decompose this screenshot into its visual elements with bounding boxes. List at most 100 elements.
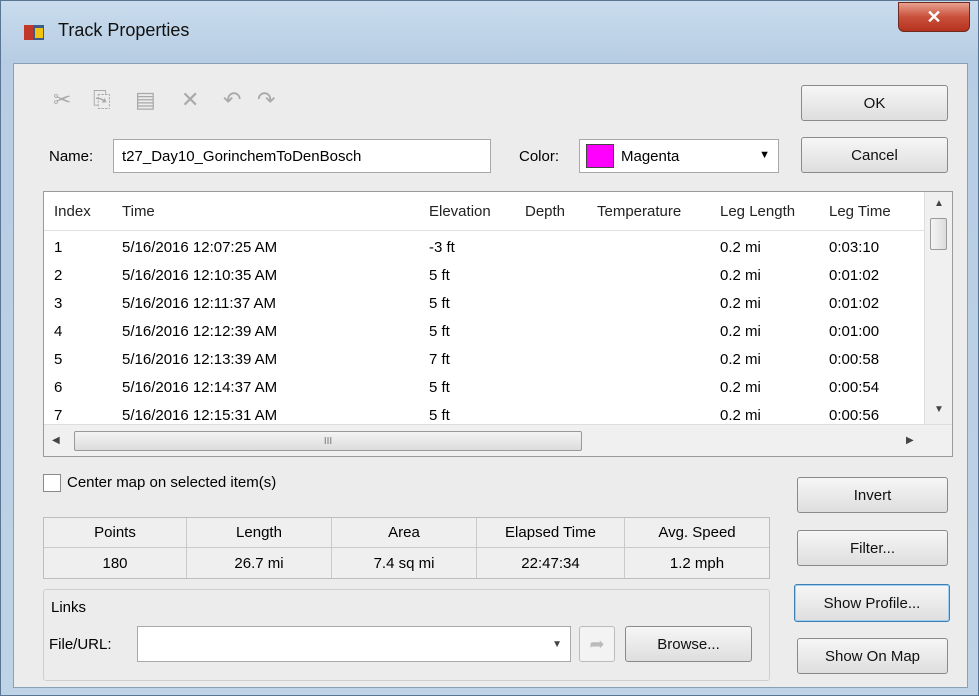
close-window-button[interactable]: ✕ bbox=[898, 2, 970, 32]
stat-label: Elapsed Time bbox=[477, 518, 624, 548]
browse-button[interactable]: Browse... bbox=[625, 626, 752, 662]
table-cell: 5 ft bbox=[429, 407, 450, 424]
table-cell: 6 bbox=[54, 379, 63, 396]
cut-icon[interactable]: ✂ bbox=[53, 87, 71, 113]
column-header-leg-time[interactable]: Leg Time bbox=[829, 192, 891, 230]
scroll-right-icon[interactable]: ▶ bbox=[906, 435, 914, 446]
close-icon: ✕ bbox=[926, 6, 942, 27]
column-header-time[interactable]: Time bbox=[122, 192, 155, 230]
table-cell: 0.2 mi bbox=[720, 239, 761, 256]
window-title: Track Properties bbox=[58, 20, 190, 40]
table-cell: 2 bbox=[54, 267, 63, 284]
stat-label: Area bbox=[332, 518, 476, 548]
table-row[interactable]: 6 5/16/2016 12:14:37 AM 5 ft 0.2 mi 0:00:54 bbox=[44, 376, 924, 404]
stat-points: Points 180 bbox=[44, 518, 187, 578]
table-cell: 5/16/2016 12:15:31 AM bbox=[122, 407, 278, 424]
color-label: Color: bbox=[519, 148, 560, 165]
vertical-scroll-thumb[interactable] bbox=[930, 218, 947, 250]
filter-button[interactable]: Filter... bbox=[797, 530, 948, 566]
table-row[interactable]: 3 5/16/2016 12:11:37 AM 5 ft 0.2 mi 0:01:02 bbox=[44, 292, 924, 320]
table-cell: 0:03:10 bbox=[829, 239, 880, 256]
delete-icon[interactable]: ✕ bbox=[181, 87, 199, 113]
stat-label: Length bbox=[187, 518, 331, 548]
stat-value: 1.2 mph bbox=[669, 554, 725, 572]
center-map-label[interactable]: Center map on selected item(s) bbox=[67, 474, 276, 491]
stat-elapsed-time: Elapsed Time 22:47:34 bbox=[477, 518, 625, 578]
table-cell: 0:00:58 bbox=[829, 351, 880, 368]
paste-icon[interactable]: ▤ bbox=[135, 87, 156, 113]
show-profile-button[interactable]: Show Profile... bbox=[794, 584, 950, 622]
stat-avg-speed: Avg. Speed 1.2 mph bbox=[625, 518, 769, 578]
title-bar[interactable]: Track Properties ✕ bbox=[1, 1, 978, 63]
table-cell: 0.2 mi bbox=[720, 295, 761, 312]
table-cell: 1 bbox=[54, 239, 63, 256]
file-url-label: File/URL: bbox=[49, 636, 112, 653]
table-cell: 0:00:56 bbox=[829, 407, 880, 424]
table-cell: 0:01:02 bbox=[829, 295, 880, 312]
open-link-button[interactable]: ➦ bbox=[579, 626, 615, 662]
column-header-leg-length[interactable]: Leg Length bbox=[720, 192, 795, 230]
horizontal-scroll-thumb[interactable]: III bbox=[74, 431, 582, 451]
column-header-index[interactable]: Index bbox=[54, 192, 91, 230]
stat-length: Length 26.7 mi bbox=[187, 518, 332, 578]
stat-label: Avg. Speed bbox=[625, 518, 769, 548]
column-header-temperature[interactable]: Temperature bbox=[597, 192, 681, 230]
table-cell: 5/16/2016 12:12:39 AM bbox=[122, 323, 278, 340]
stat-value: 26.7 mi bbox=[234, 554, 284, 572]
invert-button[interactable]: Invert bbox=[797, 477, 948, 513]
stat-area: Area 7.4 sq mi bbox=[332, 518, 477, 578]
column-header-depth[interactable]: Depth bbox=[525, 192, 565, 230]
table-cell: 5/16/2016 12:14:37 AM bbox=[122, 379, 278, 396]
ok-button[interactable]: OK bbox=[801, 85, 948, 121]
table-cell: 0:00:54 bbox=[829, 379, 880, 396]
stat-value: 7.4 sq mi bbox=[373, 554, 435, 572]
table-cell: 3 bbox=[54, 295, 63, 312]
scroll-grip: III bbox=[323, 435, 333, 447]
table-cell: 5 ft bbox=[429, 379, 450, 396]
table-row[interactable]: 5 5/16/2016 12:13:39 AM 7 ft 0.2 mi 0:00:58 bbox=[44, 348, 924, 376]
table-row[interactable]: 1 5/16/2016 12:07:25 AM -3 ft 0.2 mi 0:03:10 bbox=[44, 236, 924, 264]
table-cell: 5/16/2016 12:07:25 AM bbox=[122, 239, 278, 256]
show-on-map-button[interactable]: Show On Map bbox=[797, 638, 948, 674]
file-url-input[interactable]: ▼ bbox=[137, 626, 571, 662]
table-cell: 0.2 mi bbox=[720, 323, 761, 340]
table-cell: 5/16/2016 12:13:39 AM bbox=[122, 351, 278, 368]
copy-icon[interactable]: ⎘ bbox=[93, 87, 111, 113]
table-cell: 0.2 mi bbox=[720, 379, 761, 396]
track-properties-window: Track Properties ✕ ✂ ⎘ ▤ ✕ ↶ ↷ OK Cancel… bbox=[0, 0, 979, 696]
redo-icon[interactable]: ↷ bbox=[257, 87, 275, 113]
stat-value: 22:47:34 bbox=[521, 554, 580, 572]
chevron-down-icon[interactable]: ▼ bbox=[552, 639, 562, 650]
color-value: Magenta bbox=[621, 148, 680, 165]
header-divider bbox=[44, 230, 924, 231]
table-row[interactable]: 2 5/16/2016 12:10:35 AM 5 ft 0.2 mi 0:01:02 bbox=[44, 264, 924, 292]
scroll-left-icon[interactable]: ◀ bbox=[52, 435, 60, 446]
undo-icon[interactable]: ↶ bbox=[223, 87, 241, 113]
color-swatch bbox=[586, 144, 614, 168]
table-cell: 4 bbox=[54, 323, 63, 340]
links-group-label: Links bbox=[51, 599, 87, 616]
table-cell: 0:01:00 bbox=[829, 323, 880, 340]
scroll-up-icon[interactable]: ▲ bbox=[934, 198, 944, 209]
vertical-scrollbar[interactable]: ▲ ▼ bbox=[924, 192, 952, 424]
center-map-checkbox[interactable] bbox=[43, 474, 61, 492]
chevron-down-icon: ▼ bbox=[759, 149, 770, 161]
table-cell: 5 ft bbox=[429, 295, 450, 312]
table-cell: 7 bbox=[54, 407, 63, 424]
color-select[interactable]: Magenta ▼ bbox=[579, 139, 779, 173]
table-cell: 5 ft bbox=[429, 267, 450, 284]
stat-label: Points bbox=[44, 518, 186, 548]
track-statistics: Points 180 Length 26.7 mi Area 7.4 sq mi… bbox=[43, 517, 770, 579]
table-row[interactable]: 4 5/16/2016 12:12:39 AM 5 ft 0.2 mi 0:01:00 bbox=[44, 320, 924, 348]
track-points-table[interactable]: Index Time Elevation Depth Temperature L… bbox=[43, 191, 953, 457]
table-cell: -3 ft bbox=[429, 239, 455, 256]
scroll-down-icon[interactable]: ▼ bbox=[934, 404, 944, 415]
column-header-elevation[interactable]: Elevation bbox=[429, 192, 491, 230]
stat-value: 180 bbox=[102, 554, 128, 572]
table-cell: 0.2 mi bbox=[720, 407, 761, 424]
horizontal-scrollbar[interactable]: ◀ III ▶ bbox=[44, 424, 952, 456]
name-input[interactable]: t27_Day10_GorinchemToDenBosch bbox=[113, 139, 491, 173]
cancel-button[interactable]: Cancel bbox=[801, 137, 948, 173]
table-cell: 5 ft bbox=[429, 323, 450, 340]
table-cell: 5/16/2016 12:11:37 AM bbox=[122, 295, 277, 312]
